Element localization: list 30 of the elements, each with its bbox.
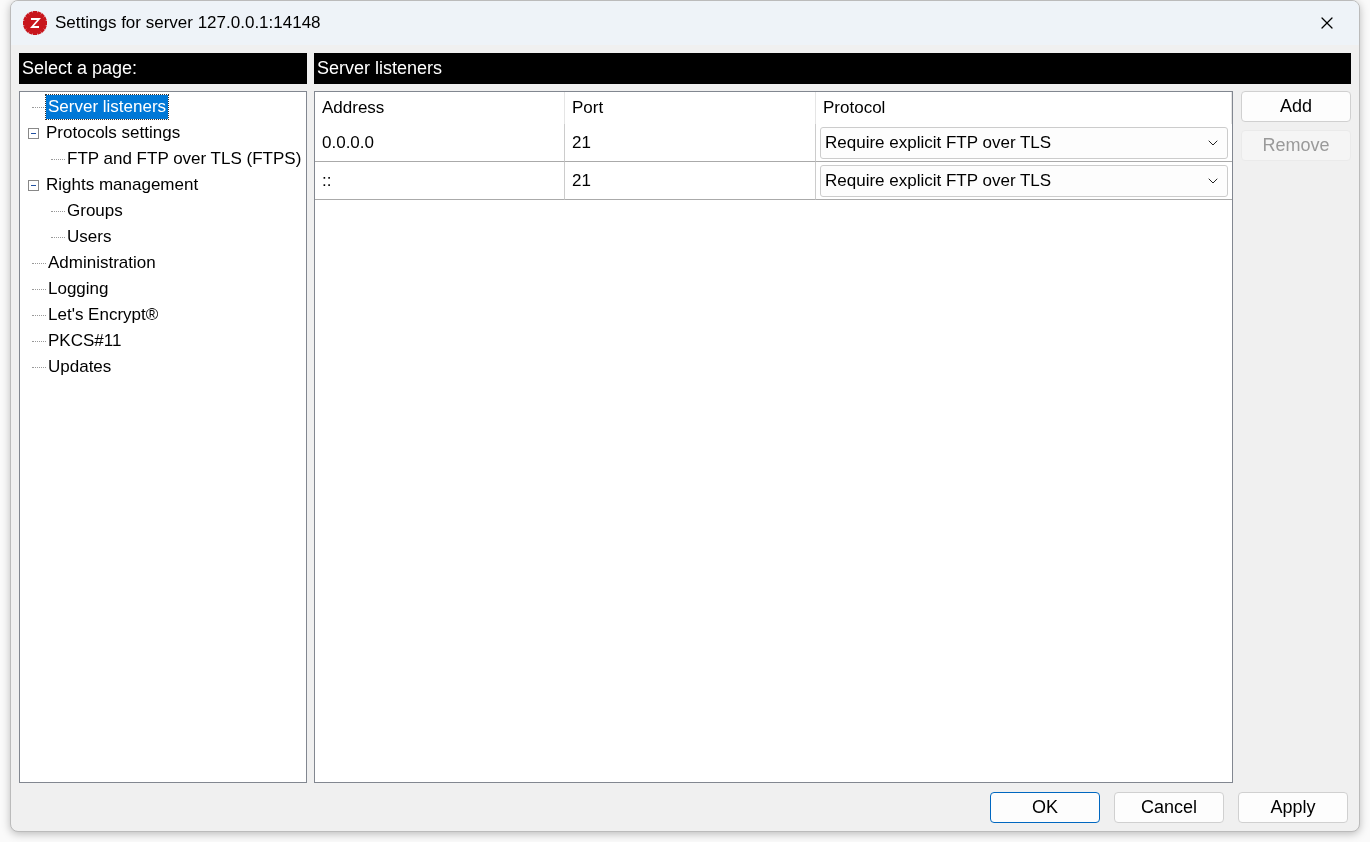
column-header[interactable]: Protocol (816, 92, 1232, 124)
dialog-button[interactable]: OK (990, 791, 1100, 823)
table-cell: 21 (565, 162, 816, 200)
gear-logo-icon (23, 11, 47, 35)
column-header[interactable]: Address (315, 92, 565, 124)
tree-item[interactable]: Groups (65, 199, 125, 223)
collapse-icon[interactable] (28, 179, 39, 191)
tree-item[interactable]: FTP and FTP over TLS (FTPS) (65, 147, 304, 171)
table-cell: 0.0.0.0 (315, 124, 565, 162)
column-header[interactable]: Port (565, 92, 816, 124)
table-cell: 21 (565, 124, 816, 162)
tree-item[interactable]: Logging (46, 277, 111, 301)
table-cell: :: (315, 162, 565, 200)
tree-item[interactable]: Protocols settings (44, 121, 183, 145)
panel-header: Select a page: (19, 53, 307, 84)
dialog-button[interactable]: Apply (1238, 791, 1348, 823)
tree-item[interactable]: Server listeners (46, 95, 169, 119)
protocol-dropdown[interactable]: Require explicit FTP over TLS (820, 126, 1228, 159)
dialog-button[interactable]: Cancel (1114, 791, 1224, 823)
protocol-dropdown[interactable]: Require explicit FTP over TLS (820, 164, 1228, 197)
action-button[interactable]: Add (1241, 91, 1351, 122)
tree-item[interactable]: Rights management (44, 173, 201, 197)
panel-header: Server listeners (314, 53, 1351, 84)
tree-item[interactable]: Administration (46, 251, 158, 275)
tree-item[interactable]: Let's Encrypt® (46, 303, 161, 327)
collapse-icon[interactable] (28, 127, 39, 139)
tree-item[interactable]: PKCS#11 (46, 329, 124, 353)
window-title: Settings for server 127.0.0.1:14148 (55, 13, 322, 33)
tree-item[interactable]: Users (65, 225, 114, 249)
tree-item[interactable]: Updates (46, 355, 114, 379)
